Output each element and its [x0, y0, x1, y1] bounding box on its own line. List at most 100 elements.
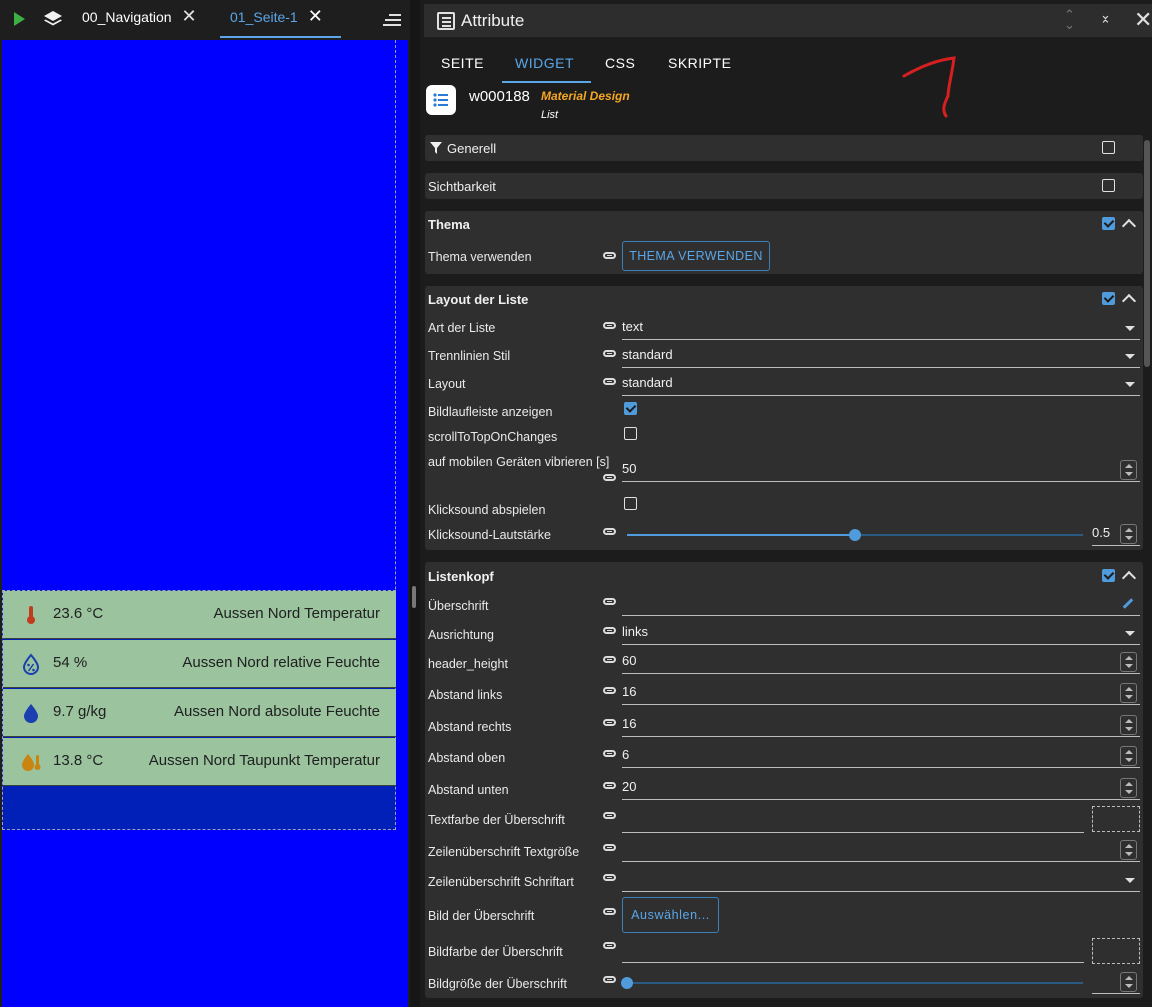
- ueberschrift-input[interactable]: [622, 592, 1140, 616]
- abstand-links-input[interactable]: 16: [622, 681, 1140, 705]
- group-sichtbarkeit[interactable]: Sichtbarkeit: [425, 173, 1143, 199]
- group-checkbox[interactable]: [1102, 179, 1115, 192]
- stepper-icon[interactable]: [1120, 778, 1137, 798]
- page-canvas[interactable]: [2, 40, 408, 1007]
- tab-skripte[interactable]: SKRIPTE: [668, 55, 731, 71]
- stepper-icon[interactable]: [1120, 460, 1137, 480]
- bildgroesse-slider-knob[interactable]: [621, 977, 633, 989]
- play-icon[interactable]: [14, 12, 25, 26]
- layers-icon[interactable]: [43, 9, 63, 29]
- chevron-up-icon[interactable]: [1121, 293, 1137, 309]
- pencil-icon[interactable]: [1122, 598, 1134, 609]
- bildgroesse-input[interactable]: [1092, 970, 1140, 994]
- close-icon[interactable]: ✕: [308, 6, 323, 26]
- panel-scrollbar[interactable]: [1144, 140, 1150, 367]
- chevron-up-icon[interactable]: [1121, 570, 1137, 586]
- link-icon[interactable]: [603, 942, 616, 949]
- link-icon[interactable]: [603, 750, 616, 757]
- collapse-icon[interactable]: ⌄ ⌃: [1100, 8, 1111, 31]
- group-header[interactable]: Thema: [425, 211, 1143, 239]
- stepper-icon[interactable]: [1120, 524, 1137, 544]
- link-icon[interactable]: [603, 350, 616, 357]
- stepper-icon[interactable]: [1120, 683, 1137, 703]
- stepper-icon[interactable]: [1120, 972, 1137, 992]
- scrolltotop-checkbox[interactable]: [624, 427, 637, 440]
- link-icon[interactable]: [603, 812, 616, 819]
- list-item[interactable]: 13.8 °C Aussen Nord Taupunkt Temperatur: [3, 738, 396, 786]
- stepper-icon[interactable]: [1120, 840, 1137, 860]
- lautstaerke-input[interactable]: 0.5: [1092, 522, 1140, 546]
- link-icon[interactable]: [603, 782, 616, 789]
- color-picker-swatch[interactable]: [1092, 806, 1140, 832]
- row-textgroesse: Zeilenüberschrift Textgröße: [425, 838, 1143, 866]
- group-layout-der-liste: Layout der Liste Art der Liste text Tren…: [425, 286, 1143, 550]
- link-icon[interactable]: [603, 656, 616, 663]
- tab-css[interactable]: CSS: [605, 55, 635, 71]
- list-item[interactable]: 54 % Aussen Nord relative Feuchte: [3, 640, 396, 688]
- chevron-up-icon[interactable]: [1121, 218, 1137, 234]
- stepper-icon[interactable]: [1120, 746, 1137, 766]
- list-item[interactable]: 9.7 g/kg Aussen Nord absolute Feuchte: [3, 689, 396, 737]
- group-header[interactable]: Listenkopf: [425, 562, 1143, 590]
- lautstaerke-slider-knob[interactable]: [849, 529, 861, 541]
- link-icon[interactable]: [603, 528, 616, 535]
- group-checkbox[interactable]: [1102, 217, 1115, 230]
- item-value: 13.8 °C: [53, 752, 104, 769]
- link-icon[interactable]: [603, 908, 616, 915]
- trennlinien-stil-select[interactable]: standard: [622, 344, 1140, 368]
- textfarbe-input[interactable]: [622, 809, 1084, 833]
- schriftart-select[interactable]: [622, 868, 1140, 892]
- slider-rest: [627, 982, 1083, 984]
- close-icon[interactable]: ✕: [182, 6, 197, 26]
- bildlaufleiste-checkbox[interactable]: [624, 402, 637, 415]
- auswaehlen-button[interactable]: Auswählen...: [622, 897, 719, 933]
- link-icon[interactable]: [603, 322, 616, 329]
- layout-select[interactable]: standard: [622, 372, 1140, 396]
- tab-seite[interactable]: SEITE: [441, 55, 484, 71]
- abstand-oben-input[interactable]: 6: [622, 744, 1140, 768]
- link-icon[interactable]: [603, 598, 616, 605]
- vibrieren-input[interactable]: 50: [622, 458, 1140, 482]
- link-icon[interactable]: [603, 976, 616, 983]
- list-item[interactable]: 23.6 °C Aussen Nord Temperatur: [3, 591, 396, 639]
- sort-menu-icon[interactable]: [383, 14, 401, 28]
- link-icon[interactable]: [603, 844, 616, 851]
- link-icon[interactable]: [603, 874, 616, 881]
- abstand-unten-input[interactable]: 20: [622, 776, 1140, 800]
- thema-verwenden-button[interactable]: THEMA VERWENDEN: [622, 241, 770, 271]
- group-header[interactable]: Layout der Liste: [425, 286, 1143, 314]
- stepper-icon[interactable]: [1120, 652, 1137, 672]
- tab-01-seite-1[interactable]: 01_Seite-1 ✕: [220, 6, 341, 38]
- art-der-liste-select[interactable]: text: [622, 316, 1140, 340]
- link-icon[interactable]: [603, 719, 616, 726]
- abstand-rechts-input[interactable]: 16: [622, 713, 1140, 737]
- splitter-grip[interactable]: [412, 586, 416, 608]
- klicksound-checkbox[interactable]: [624, 497, 637, 510]
- group-checkbox[interactable]: [1102, 569, 1115, 582]
- list-widget[interactable]: 23.6 °C Aussen Nord Temperatur 54 % Auss…: [2, 590, 396, 830]
- group-header[interactable]: Sichtbarkeit: [425, 173, 1143, 201]
- link-icon[interactable]: [603, 474, 616, 481]
- link-icon[interactable]: [603, 378, 616, 385]
- bildfarbe-input[interactable]: [622, 939, 1084, 963]
- stepper-icon[interactable]: [1120, 715, 1137, 735]
- tab-widget[interactable]: WIDGET: [515, 55, 574, 71]
- group-generell[interactable]: Generell: [425, 135, 1143, 161]
- link-icon[interactable]: [603, 687, 616, 694]
- group-checkbox[interactable]: [1102, 292, 1115, 305]
- ausrichtung-select[interactable]: links: [622, 621, 1140, 645]
- close-panel-icon[interactable]: ✕: [1134, 7, 1152, 33]
- field-label: header_height: [428, 657, 508, 671]
- field-label: Trennlinien Stil: [428, 349, 511, 363]
- header-height-input[interactable]: 60: [622, 650, 1140, 674]
- group-checkbox[interactable]: [1102, 141, 1115, 154]
- color-picker-swatch[interactable]: [1092, 938, 1140, 964]
- move-up-down-icon[interactable]: ⌃ ⌄: [1064, 8, 1075, 31]
- panel-splitter[interactable]: [410, 0, 420, 1007]
- row-thema-verwenden: Thema verwenden THEMA VERWENDEN: [425, 241, 1143, 271]
- link-icon[interactable]: [603, 252, 616, 259]
- tab-00-navigation[interactable]: 00_Navigation ✕: [82, 6, 197, 36]
- group-header[interactable]: Generell: [425, 135, 1143, 163]
- link-icon[interactable]: [603, 627, 616, 634]
- textgroesse-input[interactable]: [622, 838, 1140, 862]
